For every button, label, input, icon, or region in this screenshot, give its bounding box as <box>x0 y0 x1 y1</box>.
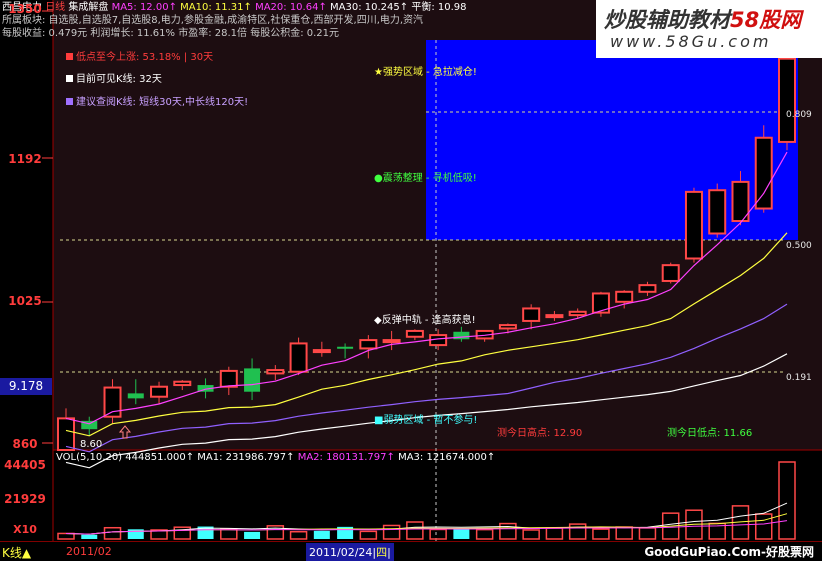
volume-header: VOL(5,10,20) 444851.000↑ MA1: 231986.797… <box>56 452 496 463</box>
triangle-up-icon: ▲ <box>21 546 32 560</box>
header-row-1: 西昌电力 日线 集成解盘 MA5: 12.00↑ MA10: 11.31↑ MA… <box>2 2 467 14</box>
watermark-url: www.58Gu.com <box>610 32 772 51</box>
zone-consolidate: ●震荡整理 - 寻机低吸! <box>374 173 477 184</box>
zone-rebound: ◆反弹中轨 - 逢高获息! <box>374 315 476 326</box>
candle-body-20 <box>522 307 541 322</box>
fib-label-0809: 0.809 <box>786 110 812 120</box>
ma30-value: MA30: 10.245↑ <box>330 2 409 13</box>
candle-body-13 <box>359 339 378 350</box>
yaxis-mid1: 1192 <box>8 152 42 166</box>
note-suggest: 建议查阅K线: 短线30天,中长线120天! <box>66 93 248 108</box>
yaxis-low: 860 <box>12 437 38 451</box>
candle-body-8 <box>244 368 261 392</box>
fib-label-0500: 0.500 <box>786 241 812 251</box>
zone-strong: ★强势区域 - 急拉减仓! <box>374 67 477 78</box>
candle-body-12 <box>337 346 354 349</box>
note-rise: 低点至今上涨: 53.18% | 30天 <box>66 48 213 63</box>
vol-axis-mid: 21929 <box>4 492 46 506</box>
low-price-marker: 8.60 <box>80 439 103 450</box>
candle-body-19 <box>498 324 517 330</box>
purple-square-icon <box>66 98 73 105</box>
candle-body-0 <box>57 417 75 452</box>
candle-body-11 <box>312 349 331 354</box>
note-visible-k: 目前可见K线: 32天 <box>66 70 162 85</box>
bottom-bar: K线▲ 2011/02 2011/02/24|四| GoodGuPiao.Com… <box>0 541 822 561</box>
candle-body-7 <box>219 369 238 388</box>
volume-bar-11 <box>313 530 330 539</box>
candle-body-4 <box>150 385 169 398</box>
sector-info: 所属板块: 自选股,自选股7,自选股8,电力,参股金融,成渝特区,社保重仓,西部… <box>2 15 424 26</box>
financial-info: 每股收益: 0.479元 利润增长: 11.61% 市盈率: 28.1倍 每股公… <box>2 28 340 39</box>
volume-bar-1 <box>81 534 98 539</box>
candle-body-31 <box>778 57 796 143</box>
vol-axis-top: 44405 <box>4 458 46 472</box>
indicator-label[interactable]: 集成解盘 <box>68 2 108 13</box>
candle-body-24 <box>615 290 634 303</box>
current-price-label: 9.178 <box>0 378 52 395</box>
predict-high: 测今日高点: 12.90 <box>497 428 583 439</box>
candle-body-15 <box>405 329 424 338</box>
cursor-date: 2011/02/24|四| <box>306 543 394 561</box>
site-footer[interactable]: GoodGuPiao.Com-好股票网 <box>644 543 814 560</box>
candle-body-22 <box>568 310 587 317</box>
volume-bar-8 <box>244 531 261 539</box>
yaxis-mid2: 1025 <box>8 294 42 308</box>
watermark-banner: 炒股辅助教材58股网 www.58Gu.com <box>596 0 822 58</box>
white-square-icon <box>66 75 73 82</box>
ma20-value: MA20: 10.64↑ <box>255 2 327 13</box>
stock-chart-window: 西昌电力 日线 集成解盘 MA5: 12.00↑ MA10: 11.31↑ MA… <box>0 0 822 561</box>
mode-toggle[interactable]: K线▲ <box>2 544 31 561</box>
candle-body-14 <box>382 339 401 344</box>
candle-body-10 <box>289 342 308 373</box>
predict-low: 测今日低点: 11.66 <box>667 428 753 439</box>
candle-body-5 <box>173 380 192 387</box>
red-square-icon <box>66 53 73 60</box>
month-label: 2011/02 <box>66 545 112 558</box>
candle-body-25 <box>638 284 657 293</box>
watermark-title: 炒股辅助教材 <box>604 8 730 32</box>
zone-weak: ■弱势区域 - 暂不参与! <box>374 415 478 426</box>
vol-axis-unit: X10 <box>13 523 37 536</box>
fib-label-0191: 0.191 <box>786 373 812 383</box>
candle-body-9 <box>266 369 285 375</box>
candle-body-27 <box>684 190 703 260</box>
ma10-value: MA10: 11.31↑ <box>180 2 252 13</box>
candle-body-30 <box>754 136 773 210</box>
ma5-value: MA5: 12.00↑ <box>111 2 177 13</box>
volume-bar-17 <box>453 528 470 539</box>
candle-body-3 <box>127 393 144 399</box>
candle-body-21 <box>545 314 564 319</box>
balance-value: 平衡: 10.98 <box>411 2 467 13</box>
candle-body-26 <box>661 264 680 282</box>
yaxis-top: 1350 <box>8 2 42 16</box>
watermark-site-number: 58股网 <box>730 8 802 32</box>
candle-body-28 <box>708 189 727 235</box>
